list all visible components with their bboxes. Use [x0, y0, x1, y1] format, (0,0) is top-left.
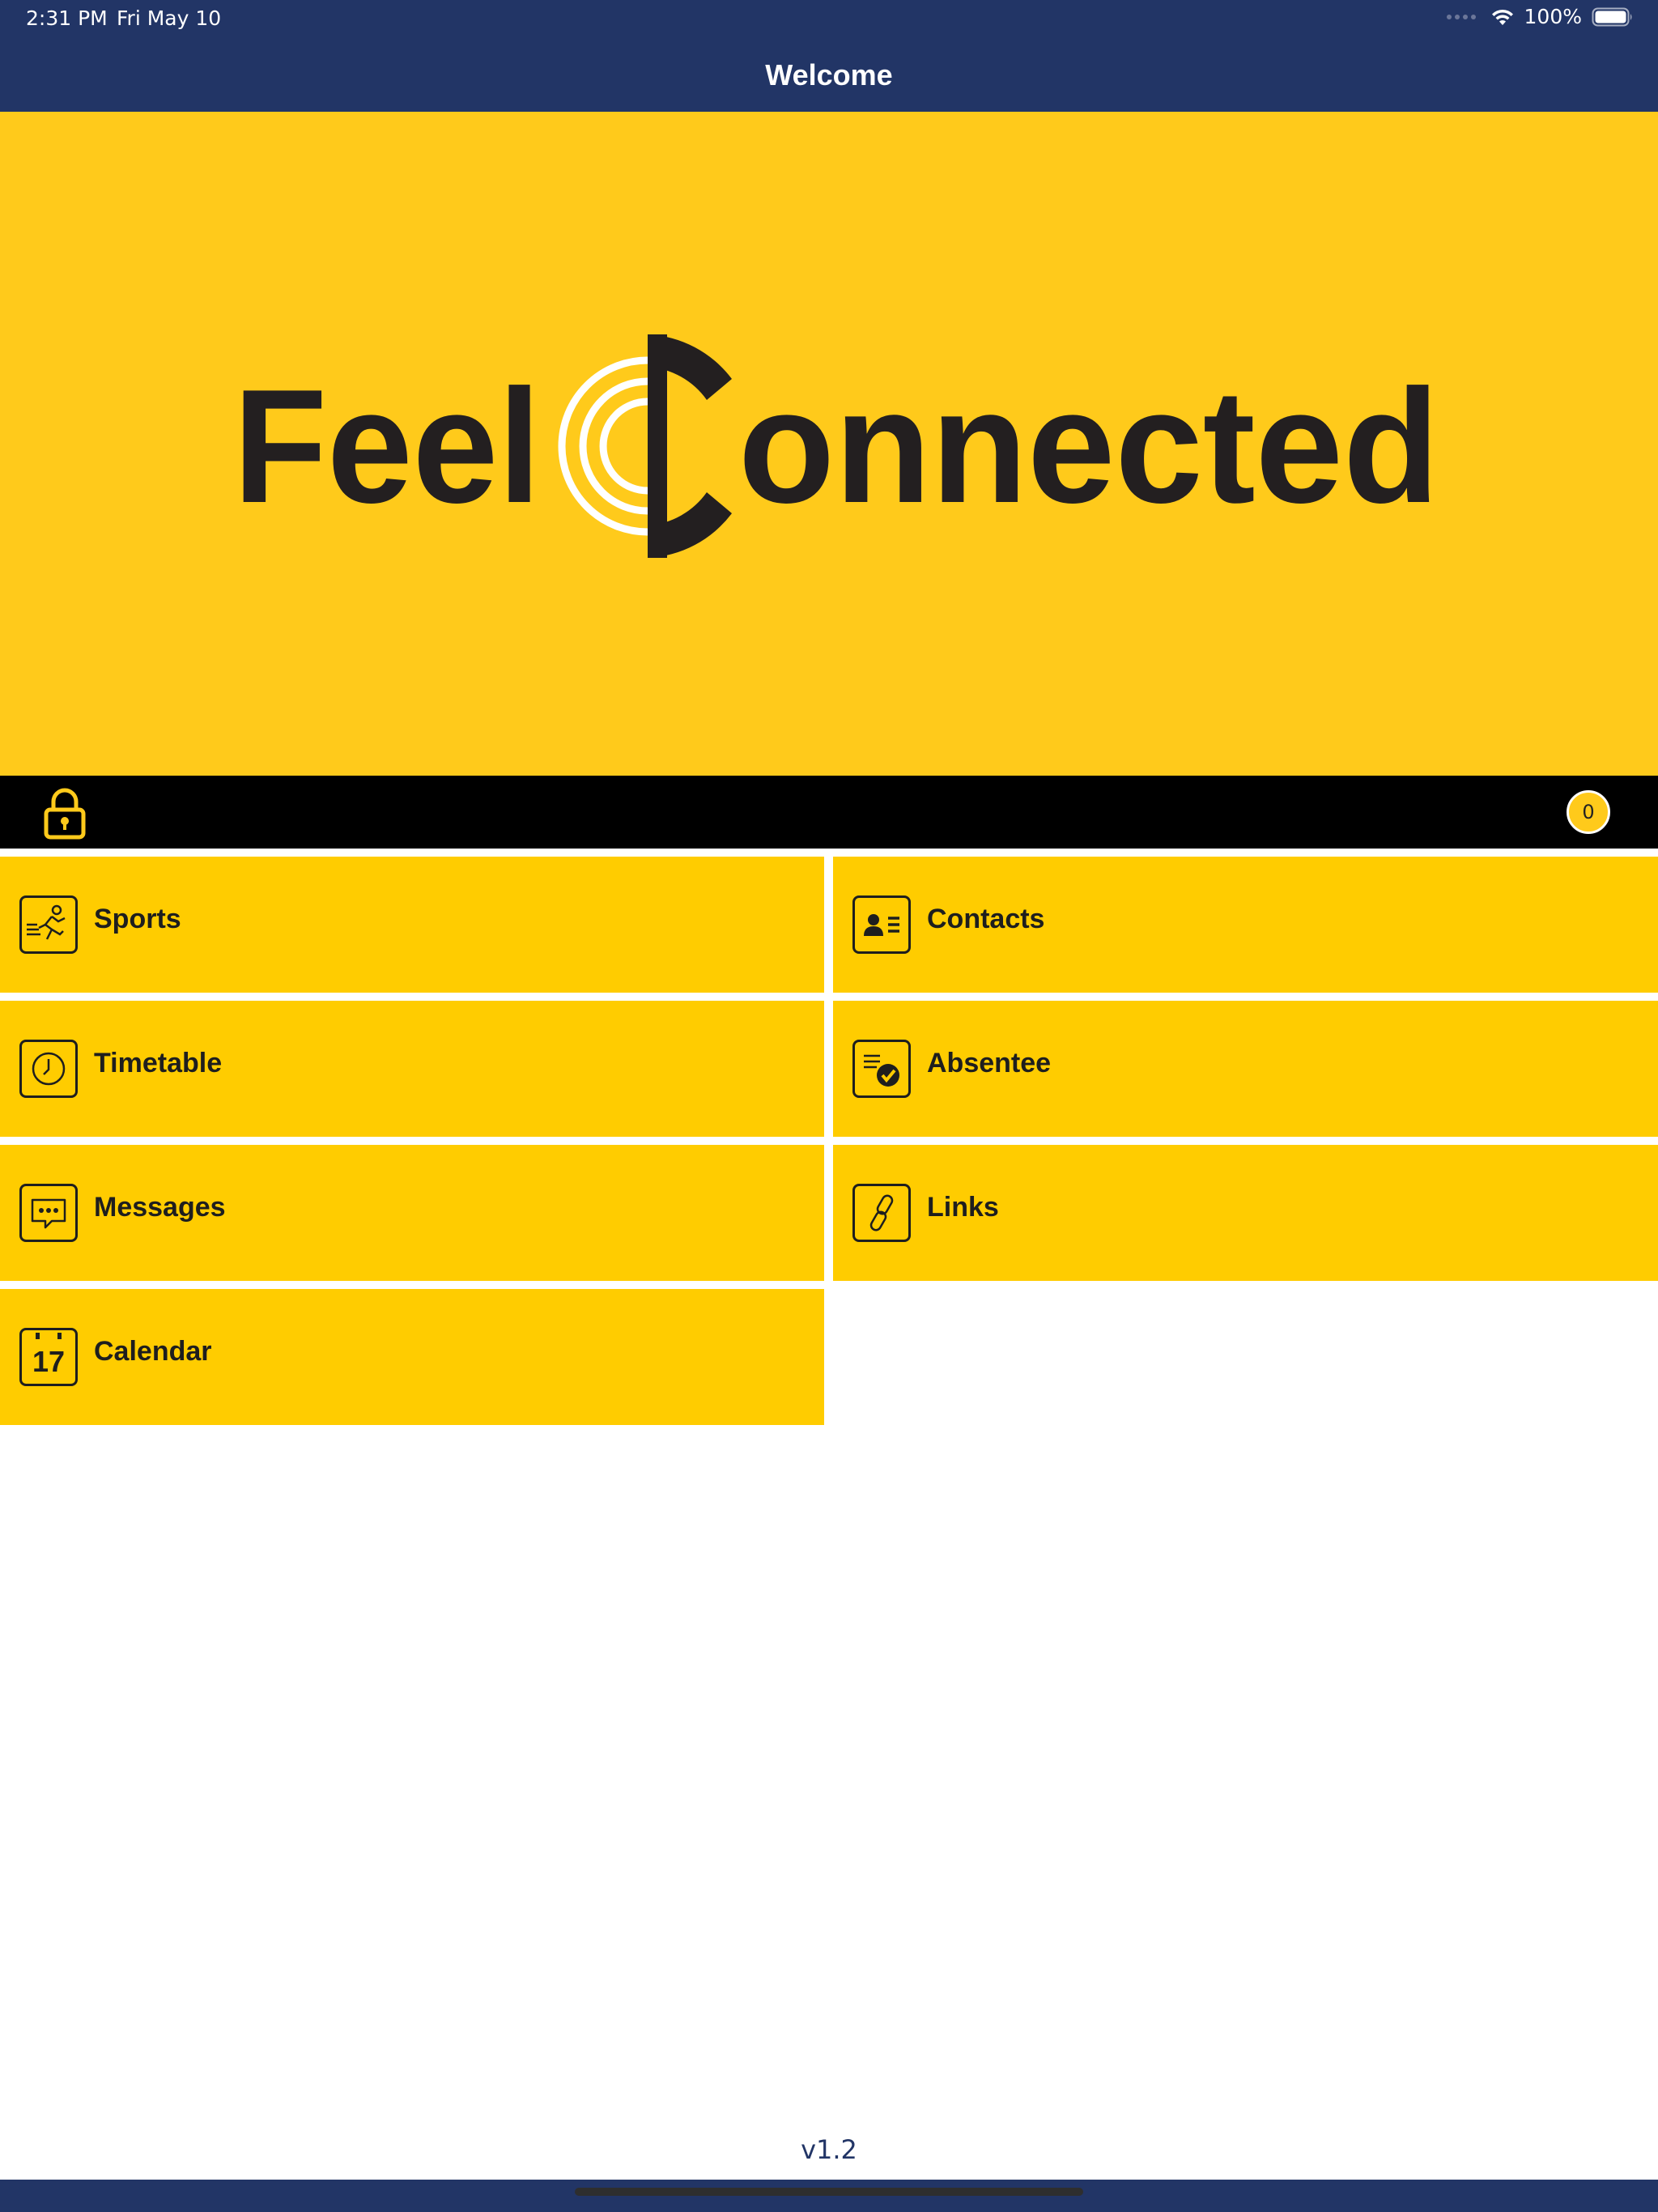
clock-icon: [19, 1040, 78, 1098]
menu-item-absentee[interactable]: Absentee: [833, 1001, 1658, 1137]
chat-bubble-icon: [19, 1184, 78, 1242]
menu-item-sports[interactable]: Sports: [0, 857, 824, 993]
logo-text-feel: Feel: [233, 356, 541, 537]
menu-item-links[interactable]: Links: [833, 1145, 1658, 1281]
logo-text-onnected: onnected: [738, 356, 1439, 537]
lock-icon[interactable]: [42, 785, 87, 840]
status-time: 2:31 PM: [26, 6, 108, 30]
runner-icon: [19, 895, 78, 954]
logo-banner: Feel onnected: [0, 112, 1658, 776]
contact-card-icon: [852, 895, 911, 954]
wifi-icon: [1491, 9, 1513, 25]
home-indicator[interactable]: [575, 2188, 1083, 2196]
menu-item-label: Messages: [94, 1192, 226, 1223]
battery-icon: [1592, 7, 1632, 26]
menu-item-messages[interactable]: Messages: [0, 1145, 824, 1281]
app-version: v1.2: [801, 2134, 857, 2165]
menu-item-label: Calendar: [94, 1336, 212, 1367]
menu-item-calendar[interactable]: 17 Calendar: [0, 1289, 824, 1425]
menu-item-label: Sports: [94, 904, 181, 934]
info-bar: 0: [0, 776, 1658, 849]
nav-bar: Welcome: [0, 39, 1658, 112]
home-bar-strip: [0, 2180, 1658, 2212]
status-indicators: 100%: [1446, 5, 1634, 28]
page-title: Welcome: [765, 58, 893, 91]
logo-c-mark: [558, 334, 732, 558]
status-date: Fri May 10: [117, 6, 222, 30]
feel-connected-logo: Feel onnected: [233, 334, 1439, 558]
status-bar: 2:31 PM Fri May 10 100%: [0, 0, 1658, 39]
menu-item-timetable[interactable]: Timetable: [0, 1001, 824, 1137]
menu-item-label: Timetable: [94, 1048, 223, 1078]
link-icon: [852, 1184, 911, 1242]
calendar-icon: 17: [19, 1328, 78, 1386]
notification-count-badge[interactable]: 0: [1567, 790, 1610, 834]
cellular-dots-icon: [1446, 14, 1476, 19]
menu-item-label: Contacts: [927, 904, 1045, 934]
menu-item-label: Links: [927, 1192, 999, 1223]
menu-item-label: Absentee: [927, 1048, 1052, 1078]
checklist-icon: [852, 1040, 911, 1098]
svg-text:17: 17: [32, 1345, 65, 1378]
battery-percent: 100%: [1524, 5, 1582, 28]
menu-item-contacts[interactable]: Contacts: [833, 857, 1658, 993]
